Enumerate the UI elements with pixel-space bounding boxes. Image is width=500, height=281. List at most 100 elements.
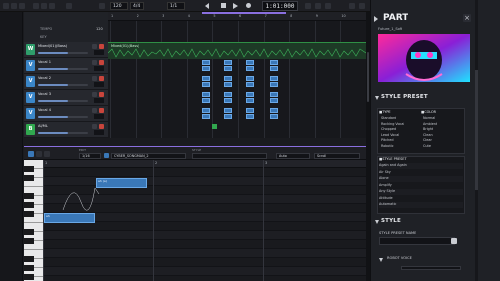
color-item[interactable]: Clean xyxy=(423,133,433,137)
volume-slider[interactable] xyxy=(38,100,88,102)
arrange-note[interactable] xyxy=(224,114,232,119)
type-item[interactable]: Pitched xyxy=(381,138,394,142)
arrange-note[interactable] xyxy=(202,92,210,97)
expand-icon[interactable] xyxy=(359,3,365,9)
eraser-tool-icon[interactable] xyxy=(44,151,50,157)
arrange-note[interactable] xyxy=(246,60,254,65)
preset-item[interactable]: Alone xyxy=(379,176,463,182)
style-select[interactable] xyxy=(192,153,267,159)
arrange-note[interactable] xyxy=(224,76,232,81)
record-icon[interactable] xyxy=(246,3,251,8)
style-toggle-icon[interactable] xyxy=(375,220,379,224)
arrange-note[interactable] xyxy=(224,66,232,71)
quantize-select[interactable]: 1/16 xyxy=(79,153,101,159)
black-key[interactable] xyxy=(24,175,34,181)
preset-item[interactable]: Automatic xyxy=(379,202,463,208)
arrange-note[interactable] xyxy=(270,98,278,103)
snap-icon[interactable] xyxy=(349,3,355,9)
record-arm-button[interactable] xyxy=(99,60,104,65)
settings-icon[interactable] xyxy=(41,3,47,9)
arrange-note[interactable] xyxy=(202,98,210,103)
mute-button[interactable] xyxy=(92,76,97,81)
arrange-note[interactable] xyxy=(224,108,232,113)
arrange-note[interactable] xyxy=(246,66,254,71)
color-item[interactable]: Bright xyxy=(423,127,433,131)
volume-slider[interactable] xyxy=(38,68,88,70)
black-key[interactable] xyxy=(24,166,34,172)
arrange-note[interactable] xyxy=(246,108,254,113)
track-name[interactable]: Mixed(01)(Bass) xyxy=(38,44,88,48)
black-key[interactable] xyxy=(24,211,34,217)
rewind-icon[interactable] xyxy=(205,3,209,9)
volume-slider[interactable] xyxy=(38,116,88,118)
volume-slider[interactable] xyxy=(38,52,88,54)
arrange-note[interactable] xyxy=(202,60,210,65)
arrange-note[interactable] xyxy=(224,60,232,65)
right-scrollbar[interactable] xyxy=(475,0,478,281)
loop-icon[interactable] xyxy=(305,3,311,9)
track-name[interactable]: Vocal 4 xyxy=(38,108,88,112)
style-preset-toggle-icon[interactable] xyxy=(375,96,379,100)
arrange-note[interactable] xyxy=(224,98,232,103)
play-icon[interactable] xyxy=(233,3,238,9)
scroll-thumb[interactable] xyxy=(367,52,369,102)
arrange-note[interactable] xyxy=(212,124,217,129)
right-scroll-thumb[interactable] xyxy=(475,70,478,190)
pointer-tool-icon[interactable] xyxy=(28,151,34,157)
tempo-display[interactable]: 120 xyxy=(110,2,128,10)
color-item[interactable]: Normal xyxy=(423,116,435,120)
singer-icon[interactable] xyxy=(104,153,109,158)
type-item[interactable]: Chopped xyxy=(381,127,396,131)
arrange-note[interactable] xyxy=(246,92,254,97)
arrange-note[interactable] xyxy=(246,76,254,81)
arrange-note[interactable] xyxy=(270,114,278,119)
arrange-note[interactable] xyxy=(270,92,278,97)
track-header[interactable]: V Vocal 2 xyxy=(24,74,108,90)
record-arm-button[interactable] xyxy=(99,92,104,97)
arrange-note[interactable] xyxy=(270,82,278,87)
track-header[interactable]: V Vocal 3 xyxy=(24,90,108,106)
black-key[interactable] xyxy=(24,193,34,199)
mute-button[interactable] xyxy=(92,92,97,97)
preset-item[interactable]: Any Style xyxy=(379,189,463,195)
type-item[interactable]: Robotic xyxy=(381,144,394,148)
robot-voice-toggle-icon[interactable] xyxy=(379,258,383,262)
black-key[interactable] xyxy=(24,238,34,244)
piano-keyboard[interactable] xyxy=(24,160,43,281)
save-preset-icon[interactable] xyxy=(451,238,457,244)
record-arm-button[interactable] xyxy=(99,76,104,81)
track-name[interactable]: Vocal 1 xyxy=(38,60,88,64)
mute-button[interactable] xyxy=(92,108,97,113)
tempo-auto-field[interactable]: Auto xyxy=(276,153,310,159)
color-item[interactable]: Ambient xyxy=(423,122,437,126)
track-header[interactable]: V Vocal 1 xyxy=(24,58,108,74)
track-header[interactable]: B AI/ML xyxy=(24,122,108,138)
arrange-note[interactable] xyxy=(202,108,210,113)
track-header[interactable]: W Mixed(01)(Bass) xyxy=(24,42,108,58)
tempo-value[interactable]: 120 xyxy=(96,27,103,31)
record-arm-button[interactable] xyxy=(99,108,104,113)
arrange-note[interactable] xyxy=(270,66,278,71)
track-name[interactable]: Vocal 2 xyxy=(38,76,88,80)
type-item[interactable]: Rocking Vocal xyxy=(381,122,404,126)
arrange-note[interactable] xyxy=(224,82,232,87)
type-item[interactable]: Lead Vocal xyxy=(381,133,399,137)
signature-display[interactable]: 4/4 xyxy=(130,2,144,10)
robot-voice-slider[interactable] xyxy=(401,266,461,270)
close-panel-icon[interactable]: × xyxy=(463,14,471,22)
scroll-select[interactable]: Scroll xyxy=(314,153,360,159)
mute-button[interactable] xyxy=(92,124,97,129)
arrange-note[interactable] xyxy=(270,60,278,65)
arrange-note[interactable] xyxy=(224,92,232,97)
punch-icon[interactable] xyxy=(315,3,321,9)
color-item[interactable]: Cute xyxy=(423,144,431,148)
piano-roll-grid[interactable]: 1234 ah (a) ah xyxy=(43,160,366,281)
record-arm-button[interactable] xyxy=(99,44,104,49)
track-name[interactable]: Vocal 3 xyxy=(38,92,88,96)
black-key[interactable] xyxy=(24,265,34,271)
arrange-note[interactable] xyxy=(270,76,278,81)
track-name[interactable]: AI/ML xyxy=(38,124,88,128)
note-ah[interactable]: ah (a) xyxy=(96,178,147,188)
note-ah-a[interactable]: ah xyxy=(44,213,95,223)
menu-icon[interactable] xyxy=(3,3,9,9)
